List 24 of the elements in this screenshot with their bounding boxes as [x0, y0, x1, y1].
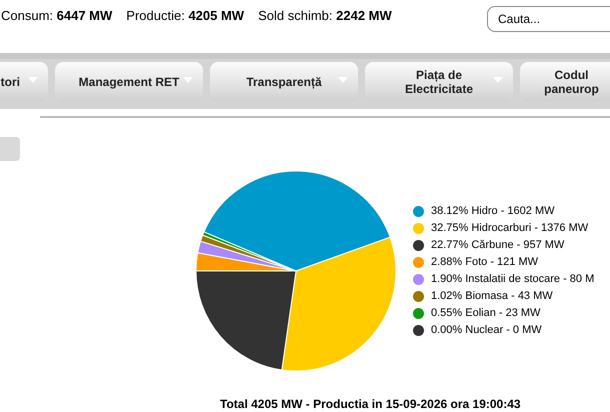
legend-label: 32.75% Hidrocarburi - 1376 MW — [431, 221, 588, 236]
nav-menu-button[interactable]: Transparență — [210, 62, 358, 102]
caret-icon — [493, 77, 503, 83]
nav-menu-button[interactable]: Codul paneurop — [520, 62, 610, 102]
legend-label: 2.88% Foto - 121 MW — [431, 255, 538, 270]
search-field[interactable]: Cauta... — [487, 6, 610, 32]
legend-label: 0.00% Nuclear - 0 MW — [431, 323, 542, 338]
collapsed-panel-tab[interactable] — [0, 137, 20, 161]
nav-menu-button[interactable]: Piața de Electricitate — [365, 62, 513, 102]
caret-icon — [338, 77, 348, 83]
nav-menu-button[interactable]: tori — [0, 62, 48, 102]
legend-label: 0.55% Eolian - 23 MW — [431, 306, 540, 322]
legend-label: 22.77% Cărbune - 957 MW — [431, 238, 564, 254]
caret-icon — [183, 77, 193, 83]
nav-menu-button[interactable]: Management RET — [55, 62, 203, 102]
stat-text: Productie: 4205 MW — [126, 7, 244, 26]
search-input[interactable]: Cauta... — [498, 10, 610, 28]
chart-caption: Total 4205 MW - Productia in 15-09-2026 ora 19:00:43 — [220, 396, 521, 412]
stat-text: Consum: 6447 MW — [1, 7, 112, 26]
legend-label: 1.02% Biomasa - 43 MW — [431, 289, 553, 304]
legend-label: 1.90% Instalatii de stocare - 80 M — [431, 272, 594, 288]
stat-text: Sold schimb: 2242 MW — [258, 7, 392, 26]
caret-icon — [28, 77, 38, 83]
legend-label: 38.12% Hidro - 1602 MW — [431, 204, 554, 220]
